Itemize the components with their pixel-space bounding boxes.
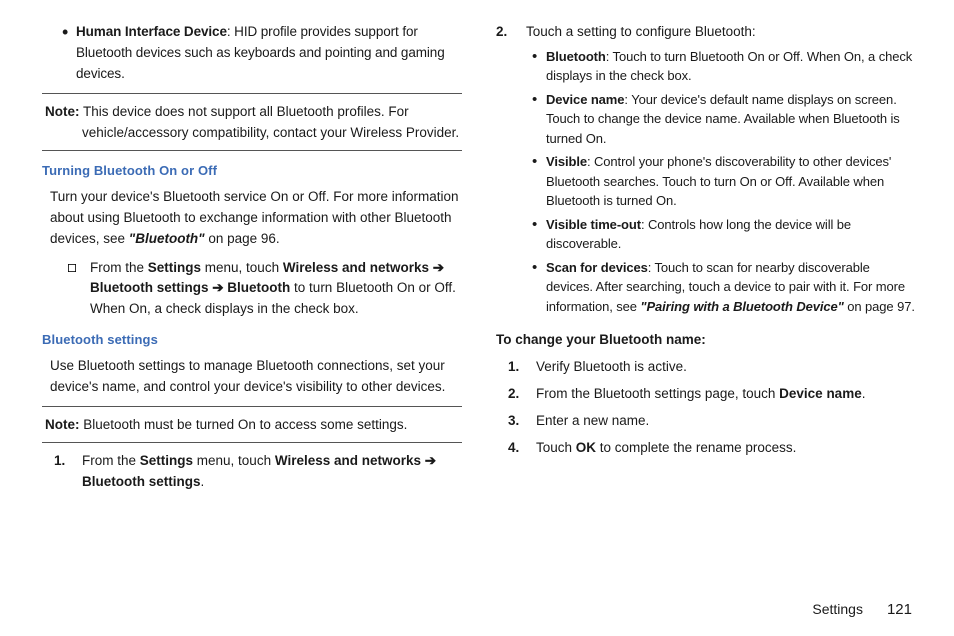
two-column-layout: • Human Interface Device: HID profile pr… bbox=[42, 22, 916, 591]
bullet-marker: • bbox=[532, 47, 546, 86]
note-label: Note: bbox=[45, 417, 80, 432]
note-on-required: Note: Bluetooth must be turned On to acc… bbox=[42, 415, 462, 436]
note-text: Bluetooth must be turned On to access so… bbox=[80, 417, 408, 432]
n1a: From the bbox=[82, 453, 140, 468]
bullet-marker: • bbox=[532, 152, 546, 211]
s4c: to complete the rename process. bbox=[596, 440, 796, 455]
bullet-body: Human Interface Device: HID profile prov… bbox=[76, 22, 462, 85]
sb-label: Scan for devices bbox=[546, 260, 648, 275]
square-icon bbox=[68, 258, 90, 321]
divider bbox=[42, 150, 462, 151]
sub-scan: • Scan for devices: Touch to scan for ne… bbox=[532, 258, 916, 317]
note-body: Note: This device does not support all B… bbox=[42, 102, 462, 144]
step-number: 2. bbox=[508, 384, 536, 405]
bullet-hid: • Human Interface Device: HID profile pr… bbox=[42, 22, 462, 85]
step-number: 3. bbox=[508, 411, 536, 432]
paragraph-turning: Turn your device's Bluetooth service On … bbox=[50, 187, 462, 250]
heading-bt-settings: Bluetooth settings bbox=[42, 330, 462, 350]
n1b: Settings bbox=[140, 453, 193, 468]
step-lead: Touch a setting to configure Bluetooth: bbox=[526, 22, 916, 43]
step-body: Enter a new name. bbox=[536, 411, 916, 432]
sub-body: Scan for devices: Touch to scan for near… bbox=[546, 258, 916, 317]
n1e: . bbox=[201, 474, 205, 489]
heading-change-name: To change your Bluetooth name: bbox=[496, 330, 916, 351]
footer-page-number: 121 bbox=[887, 601, 912, 618]
sb-link: "Pairing with a Bluetooth Device" bbox=[640, 299, 843, 314]
sb-label: Device name bbox=[546, 92, 624, 107]
sub-visible: • Visible: Control your phone's discover… bbox=[532, 152, 916, 211]
bullet-marker: • bbox=[532, 90, 546, 149]
step-number: 1. bbox=[54, 451, 82, 493]
s4a: Touch bbox=[536, 440, 576, 455]
step-body: From the Settings menu, touch Wireless a… bbox=[82, 451, 462, 493]
rename-step-1: 1. Verify Bluetooth is active. bbox=[508, 357, 916, 378]
sub-bullet-list: • Bluetooth: Touch to turn Bluetooth On … bbox=[526, 47, 916, 317]
sub-visible-timeout: • Visible time-out: Controls how long th… bbox=[532, 215, 916, 254]
sub-body: Bluetooth: Touch to turn Bluetooth On or… bbox=[546, 47, 916, 86]
rename-step-3: 3. Enter a new name. bbox=[508, 411, 916, 432]
sq1b: Settings bbox=[148, 260, 201, 275]
step-2: 2. Touch a setting to configure Bluetoot… bbox=[496, 22, 916, 320]
sub-body: Visible time-out: Controls how long the … bbox=[546, 215, 916, 254]
sq1a: From the bbox=[90, 260, 148, 275]
step-number: 2. bbox=[496, 22, 526, 320]
sq1c: menu, touch bbox=[201, 260, 283, 275]
sub-device-name: • Device name: Your device's default nam… bbox=[532, 90, 916, 149]
heading-turning-bluetooth: Turning Bluetooth On or Off bbox=[42, 161, 462, 181]
divider bbox=[42, 406, 462, 407]
manual-page: • Human Interface Device: HID profile pr… bbox=[0, 0, 954, 636]
note-body: Note: Bluetooth must be turned On to acc… bbox=[42, 415, 462, 436]
left-column: • Human Interface Device: HID profile pr… bbox=[42, 22, 462, 591]
step-number: 1. bbox=[508, 357, 536, 378]
square-body: From the Settings menu, touch Wireless a… bbox=[90, 258, 462, 321]
right-column: 2. Touch a setting to configure Bluetoot… bbox=[496, 22, 916, 591]
sb-label: Visible bbox=[546, 154, 587, 169]
note-text: This device does not support all Bluetoo… bbox=[80, 104, 460, 140]
footer-section: Settings bbox=[812, 601, 863, 617]
n1c: menu, touch bbox=[193, 453, 275, 468]
divider bbox=[42, 93, 462, 94]
note-profiles: Note: This device does not support all B… bbox=[42, 102, 462, 144]
step-body: From the Bluetooth settings page, touch … bbox=[536, 384, 916, 405]
step-1: 1. From the Settings menu, touch Wireles… bbox=[54, 451, 462, 493]
sb-text: : Control your phone's discoverability t… bbox=[546, 154, 891, 208]
bullet-marker: • bbox=[62, 22, 76, 85]
step-body: Verify Bluetooth is active. bbox=[536, 357, 916, 378]
step-number: 4. bbox=[508, 438, 536, 459]
sb-tail: on page 97. bbox=[844, 299, 915, 314]
s4b: OK bbox=[576, 440, 596, 455]
rename-step-2: 2. From the Bluetooth settings page, tou… bbox=[508, 384, 916, 405]
square-step: From the Settings menu, touch Wireless a… bbox=[68, 258, 462, 321]
bullet-marker: • bbox=[532, 258, 546, 317]
sb-label: Visible time-out bbox=[546, 217, 641, 232]
sub-body: Device name: Your device's default name … bbox=[546, 90, 916, 149]
sb-label: Bluetooth bbox=[546, 49, 606, 64]
rename-steps: 1. Verify Bluetooth is active. 2. From t… bbox=[508, 357, 916, 459]
step-body: Touch OK to complete the rename process. bbox=[536, 438, 916, 459]
note-label: Note: bbox=[45, 104, 80, 119]
bullet-marker: • bbox=[532, 215, 546, 254]
paragraph-bt-settings: Use Bluetooth settings to manage Bluetoo… bbox=[50, 356, 462, 398]
s2c: . bbox=[862, 386, 866, 401]
divider bbox=[42, 442, 462, 443]
page-footer: Settings 121 bbox=[42, 591, 916, 618]
sub-bluetooth: • Bluetooth: Touch to turn Bluetooth On … bbox=[532, 47, 916, 86]
rename-step-4: 4. Touch OK to complete the rename proce… bbox=[508, 438, 916, 459]
sub-body: Visible: Control your phone's discoverab… bbox=[546, 152, 916, 211]
step-body: Touch a setting to configure Bluetooth: … bbox=[526, 22, 916, 320]
s2a: From the Bluetooth settings page, touch bbox=[536, 386, 779, 401]
hid-label: Human Interface Device bbox=[76, 24, 227, 39]
p1c: on page 96. bbox=[205, 231, 280, 246]
s2b: Device name bbox=[779, 386, 862, 401]
numbered-list: 1. From the Settings menu, touch Wireles… bbox=[42, 451, 462, 493]
p1b-link: "Bluetooth" bbox=[129, 231, 205, 246]
